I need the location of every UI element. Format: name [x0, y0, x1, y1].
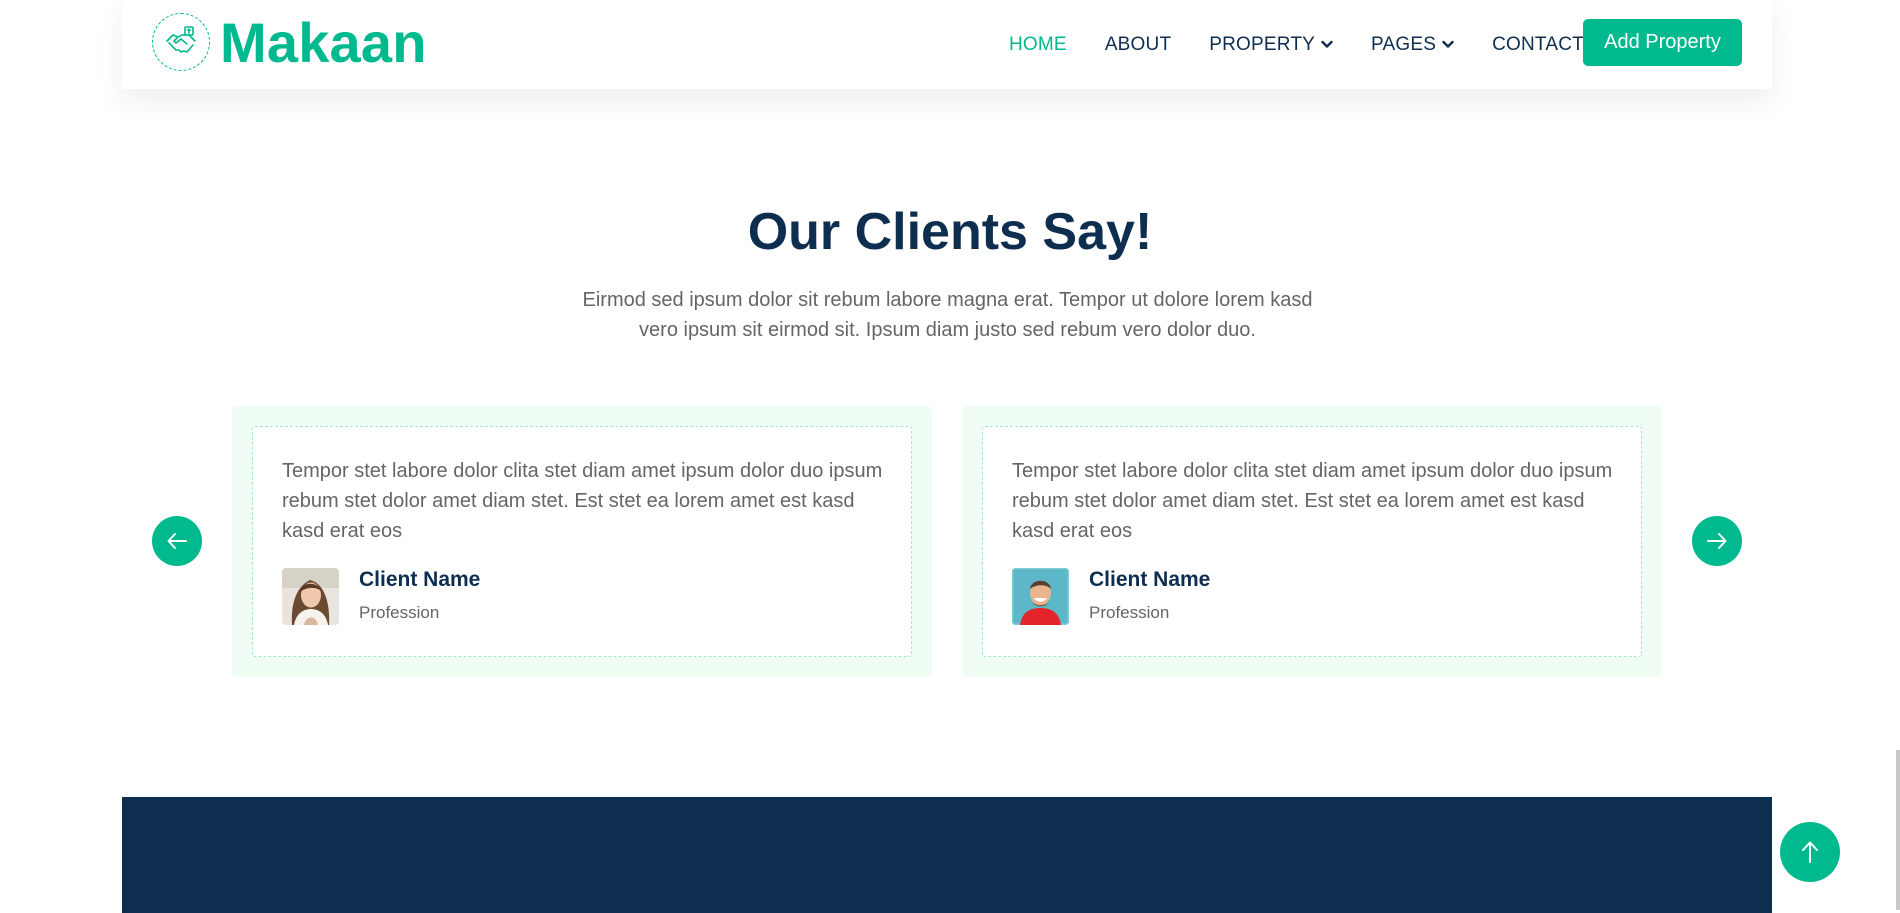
nav-label: PAGES: [1371, 33, 1437, 55]
navbar: Makaan HOME ABOUT PROPERTY PAGES CONTACT…: [122, 0, 1772, 89]
scrollbar[interactable]: [1896, 750, 1900, 910]
client-name: Client Name: [359, 568, 481, 591]
carousel-prev-button[interactable]: [152, 516, 202, 566]
avatar: [282, 568, 339, 625]
nav-item-home[interactable]: HOME: [1009, 34, 1067, 56]
testimonial-card-inner: Tempor stet labore dolor clita stet diam…: [982, 426, 1642, 657]
footer: [122, 797, 1772, 913]
client-profession: Profession: [359, 603, 440, 622]
section-title: Our Clients Say!: [747, 203, 1153, 261]
nav-label: ABOUT: [1104, 33, 1172, 55]
avatar: [1012, 568, 1069, 625]
nav-item-about[interactable]: ABOUT: [1105, 34, 1171, 56]
arrow-up-icon: [1802, 841, 1818, 863]
nav-item-property[interactable]: PROPERTY: [1209, 34, 1333, 56]
section-subtitle: Eirmod sed ipsum dolor sit rebum labore …: [582, 289, 1313, 341]
add-property-button[interactable]: Add Property: [1583, 19, 1742, 66]
arrow-left-icon: [167, 533, 187, 549]
testimonial-quote: Tempor stet labore dolor clita stet diam…: [282, 460, 883, 542]
testimonial-card: Tempor stet labore dolor clita stet diam…: [962, 406, 1662, 677]
chevron-down-icon: [1321, 40, 1333, 48]
handshake-icon: [166, 26, 196, 53]
carousel-next-button[interactable]: [1692, 516, 1742, 566]
nav-item-pages[interactable]: PAGES: [1371, 34, 1454, 56]
back-to-top-button[interactable]: [1780, 822, 1840, 882]
arrow-right-icon: [1707, 533, 1727, 549]
logo-badge[interactable]: [152, 13, 210, 71]
chevron-down-icon: [1442, 40, 1454, 48]
testimonial-card: Tempor stet labore dolor clita stet diam…: [232, 406, 932, 677]
brand-name[interactable]: Makaan: [220, 12, 427, 74]
testimonial-quote: Tempor stet labore dolor clita stet diam…: [1012, 460, 1613, 542]
client-name: Client Name: [1089, 568, 1211, 591]
nav-links: HOME ABOUT PROPERTY PAGES CONTACT: [1009, 0, 1622, 89]
testimonial-card-inner: Tempor stet labore dolor clita stet diam…: [252, 426, 912, 657]
nav-label: PROPERTY: [1209, 33, 1316, 55]
nav-item-contact[interactable]: CONTACT: [1492, 34, 1584, 56]
client-profession: Profession: [1089, 603, 1170, 622]
nav-label: HOME: [1009, 33, 1067, 55]
nav-label: CONTACT: [1492, 33, 1584, 55]
